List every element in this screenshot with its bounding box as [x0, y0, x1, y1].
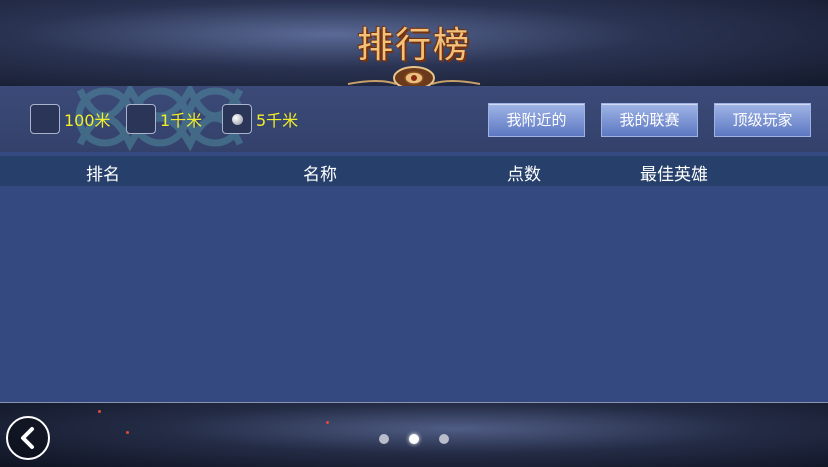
filter-100m[interactable]: 100米	[30, 104, 111, 134]
header-bar: 排行榜	[0, 0, 828, 90]
filter-5km[interactable]: 5千米	[222, 104, 298, 134]
filter-1km[interactable]: 1千米	[126, 104, 202, 134]
tab-nearby[interactable]: 我附近的	[488, 103, 585, 137]
page-dot-1[interactable]	[379, 434, 389, 444]
filter-label-100m: 100米	[64, 111, 111, 130]
filter-label-5km: 5千米	[256, 111, 299, 130]
filter-bar	[0, 86, 828, 152]
page-dot-3[interactable]	[439, 434, 449, 444]
radio-box-100m[interactable]	[30, 104, 60, 134]
page-dot-2-active[interactable]	[409, 434, 419, 444]
radio-box-1km[interactable]	[126, 104, 156, 134]
ember-decoration	[326, 421, 329, 424]
column-header-rank: 排名	[86, 165, 120, 185]
column-header-best-hero: 最佳英雄	[640, 165, 708, 185]
filter-label-1km: 1千米	[160, 111, 203, 130]
ember-decoration	[98, 410, 101, 413]
radio-selected-dot-icon	[232, 114, 243, 125]
ember-decoration	[126, 431, 129, 434]
column-header-points: 点数	[507, 165, 541, 185]
column-header-name: 名称	[303, 165, 337, 185]
chevron-left-icon	[21, 427, 34, 449]
page-title: 排行榜	[356, 25, 471, 66]
tab-top-players[interactable]: 顶级玩家	[714, 103, 811, 137]
radio-box-5km[interactable]	[222, 104, 252, 134]
table-header: 排名 名称 点数 最佳英雄	[0, 156, 828, 186]
tab-my-league[interactable]: 我的联赛	[601, 103, 698, 137]
back-button[interactable]	[6, 416, 50, 460]
